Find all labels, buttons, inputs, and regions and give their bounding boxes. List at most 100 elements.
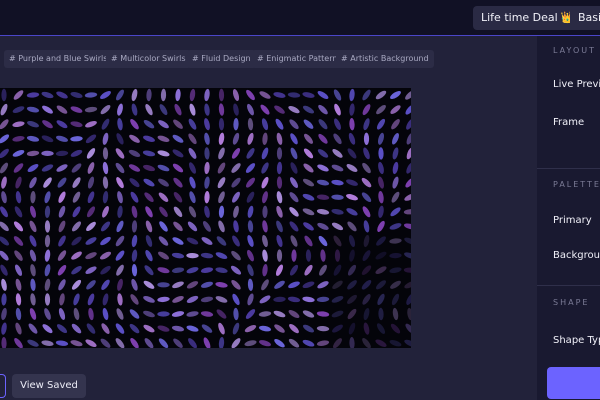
pattern-dash <box>87 162 95 174</box>
pattern-dash <box>202 221 212 232</box>
pattern-dash <box>173 221 183 232</box>
pattern-dash <box>116 220 124 233</box>
lifetime-deal-button[interactable]: Life time Deal 👑 <box>473 6 583 30</box>
pattern-dash <box>129 134 140 143</box>
tag-fluid-design[interactable]: # Fluid Design <box>187 50 256 68</box>
pattern-dash <box>172 163 184 173</box>
pattern-dash <box>290 162 298 174</box>
pattern-dash <box>117 293 123 306</box>
view-saved-button[interactable]: View Saved <box>12 374 86 398</box>
pattern-dash <box>391 191 400 203</box>
pattern-dash <box>44 234 51 248</box>
palette-divider <box>537 168 600 169</box>
pattern-dash <box>390 105 401 114</box>
pattern-dash <box>261 176 269 189</box>
pattern-dash <box>157 164 170 172</box>
shape-type-label[interactable]: Shape Type <box>553 335 600 346</box>
pattern-dash <box>332 280 343 290</box>
pattern-dash <box>27 163 39 173</box>
pattern-dash <box>316 340 330 346</box>
pattern-dash <box>101 323 110 334</box>
live-preview-label[interactable]: Live Preview <box>553 79 600 90</box>
generate-button[interactable] <box>0 374 6 398</box>
pattern-dash <box>303 119 314 129</box>
pattern-dash <box>171 311 185 317</box>
panel-action-button[interactable] <box>547 367 600 399</box>
pattern-dash <box>375 251 387 260</box>
pattern-dash <box>258 311 272 317</box>
pattern-dash <box>262 220 268 233</box>
pattern-dash <box>158 338 169 348</box>
pattern-dash <box>331 164 344 172</box>
pattern-dash <box>392 176 399 189</box>
background-color-label[interactable]: Background <box>553 250 600 261</box>
pattern-dash <box>71 323 82 334</box>
pattern-dash <box>12 106 25 113</box>
pattern-dash <box>71 279 82 290</box>
pattern-dash <box>173 206 183 218</box>
pattern-dash <box>145 249 153 262</box>
pattern-dash <box>273 296 286 303</box>
pattern-dash <box>201 237 213 245</box>
tag-enigmatic-pattern[interactable]: # Enigmatic Pattern <box>252 50 343 68</box>
pattern-dash <box>171 267 185 273</box>
tag-purple-blue-swirls[interactable]: # Purple and Blue Swirls <box>4 50 113 68</box>
pattern-dash <box>0 103 8 116</box>
pattern-dash <box>348 132 356 145</box>
tag-multicolor-swirls[interactable]: # Multicolor Swirls <box>106 50 191 68</box>
shape-section-title: SHAPE <box>553 298 590 307</box>
primary-color-label[interactable]: Primary <box>553 215 592 226</box>
pattern-dash <box>70 106 83 113</box>
pattern-dash <box>246 191 255 203</box>
pattern-dash <box>117 205 123 218</box>
pattern-dash <box>101 118 110 130</box>
pattern-dash <box>142 150 156 157</box>
basic-plan-button[interactable]: Basic <box>570 6 600 30</box>
pattern-dash <box>116 308 124 320</box>
pattern-dash <box>302 310 315 318</box>
pattern-dash <box>363 118 370 131</box>
pattern-dash <box>116 264 124 276</box>
pattern-dash <box>349 249 355 262</box>
pattern-dash <box>218 147 225 160</box>
pattern-dash <box>276 132 283 145</box>
pattern-dash <box>276 220 283 233</box>
pattern-dash <box>71 236 82 246</box>
pattern-dash <box>158 178 169 187</box>
pattern-dash <box>143 178 155 187</box>
pattern-dash <box>204 103 210 116</box>
pattern-dash <box>56 135 68 142</box>
pattern-dash <box>318 133 328 144</box>
pattern-dash <box>232 322 240 335</box>
pattern-dash <box>85 339 97 347</box>
pattern-dash <box>72 177 81 188</box>
pattern-dash <box>56 164 68 172</box>
frame-label[interactable]: Frame <box>553 117 584 128</box>
pattern-dash <box>174 103 182 116</box>
pattern-dash <box>85 252 97 260</box>
pattern-dash <box>376 104 386 115</box>
pattern-dash <box>348 322 356 335</box>
pattern-dash <box>175 88 181 102</box>
pattern-dash <box>233 205 239 218</box>
pattern-dash <box>288 338 300 348</box>
pattern-dash <box>244 340 257 347</box>
pattern-dash <box>333 133 342 145</box>
pattern-dash <box>201 324 213 333</box>
pattern-dash <box>187 221 198 232</box>
pattern-dash <box>233 220 239 233</box>
pattern-dash <box>27 121 39 128</box>
pattern-dash <box>375 90 387 100</box>
pattern-dash <box>87 293 95 306</box>
pattern-dash <box>0 264 8 276</box>
tag-artistic-background[interactable]: # Artistic Background <box>336 50 434 68</box>
pattern-dash <box>143 280 155 289</box>
pattern-dash <box>333 235 342 247</box>
pattern-dash <box>102 132 109 145</box>
pattern-dash <box>172 237 184 245</box>
pattern-dash <box>318 119 328 130</box>
pattern-dash <box>143 164 155 172</box>
pattern-dash <box>41 91 54 99</box>
pattern-dash <box>231 163 241 173</box>
pattern-dash <box>44 278 51 291</box>
